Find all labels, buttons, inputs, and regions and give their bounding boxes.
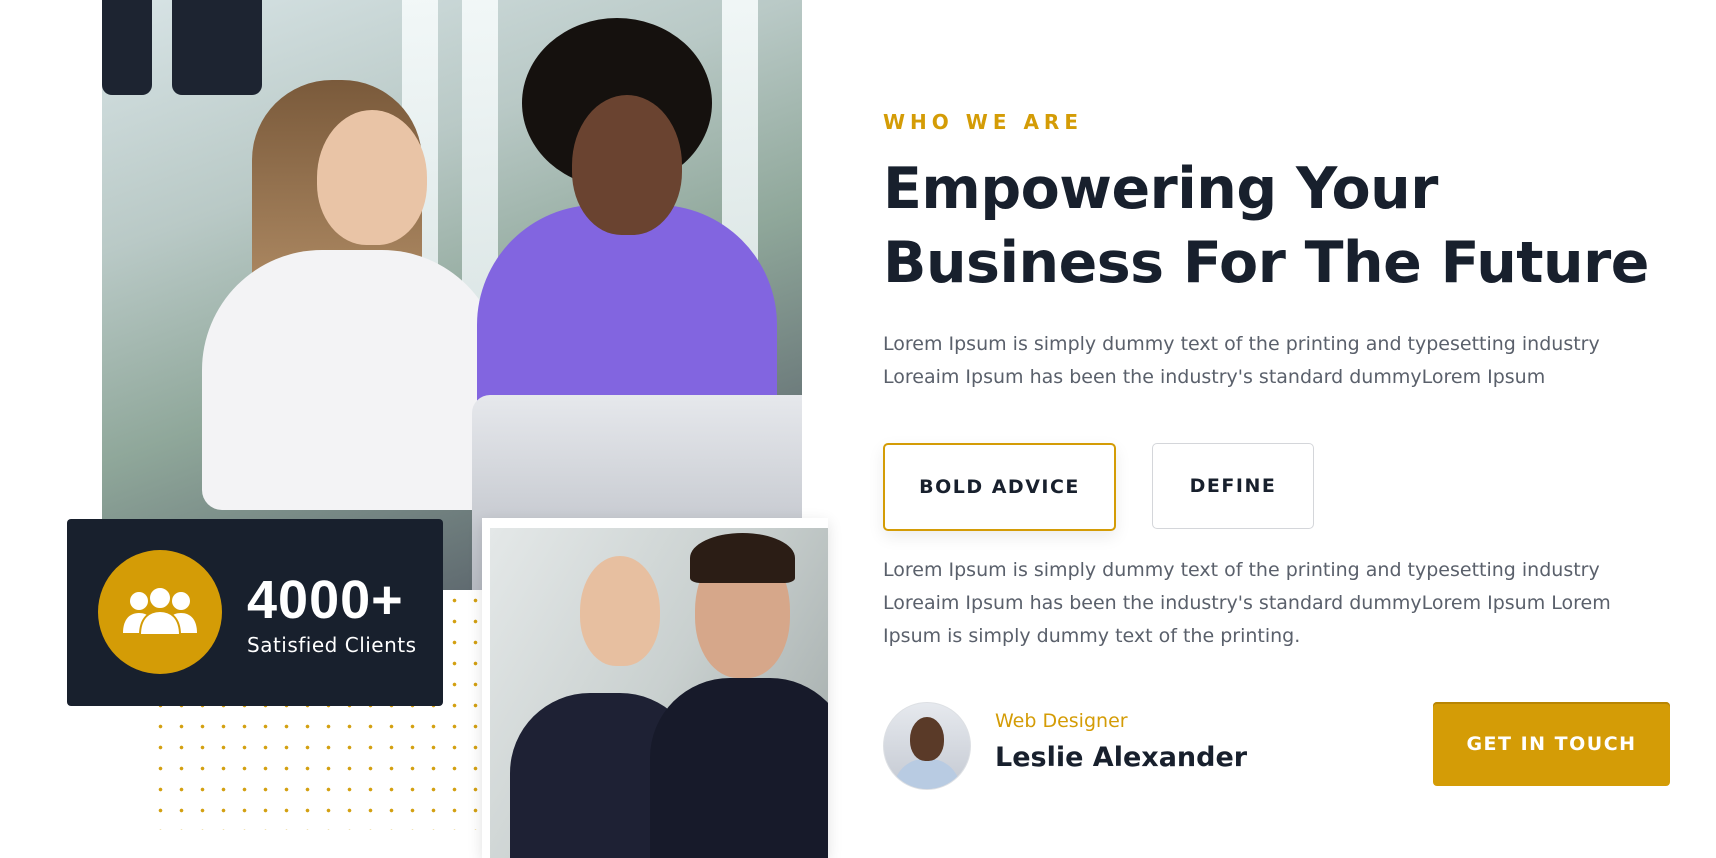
avatar-person (894, 759, 960, 789)
photo-person (650, 678, 828, 858)
stats-label: Satisfied Clients (247, 633, 417, 657)
photo-person (690, 533, 795, 583)
business-photo-frame (482, 518, 828, 858)
photo-person (572, 95, 682, 235)
photo-person (317, 110, 427, 245)
section-headline: Empowering Your Business For The Future (883, 156, 1649, 296)
avatar (883, 702, 971, 790)
photo-person (580, 556, 660, 666)
intro-paragraph: Lorem Ipsum is simply dummy text of the … (883, 333, 1600, 388)
tab-content-paragraph: Lorem Ipsum is simply dummy text of the … (883, 559, 1611, 647)
stats-number: 4000+ (247, 570, 404, 630)
stats-card: 4000+ Satisfied Clients (67, 519, 443, 706)
tab-bold-advice[interactable]: BOLD ADVICE (883, 443, 1116, 531)
users-icon (121, 583, 199, 642)
business-photo (490, 528, 828, 858)
photo-lamp (102, 0, 152, 95)
avatar-person (910, 717, 944, 761)
photo-person (477, 205, 777, 425)
section-eyebrow: WHO WE ARE (883, 110, 1083, 134)
get-in-touch-button[interactable]: GET IN TOUCH (1433, 702, 1670, 786)
team-photo (102, 0, 802, 590)
photo-lamp (172, 0, 262, 95)
author-role: Web Designer (995, 710, 1128, 732)
photo-person (202, 250, 502, 510)
author-name: Leslie Alexander (995, 742, 1248, 773)
users-icon-badge (98, 550, 222, 674)
tab-define[interactable]: DEFINE (1152, 443, 1314, 529)
